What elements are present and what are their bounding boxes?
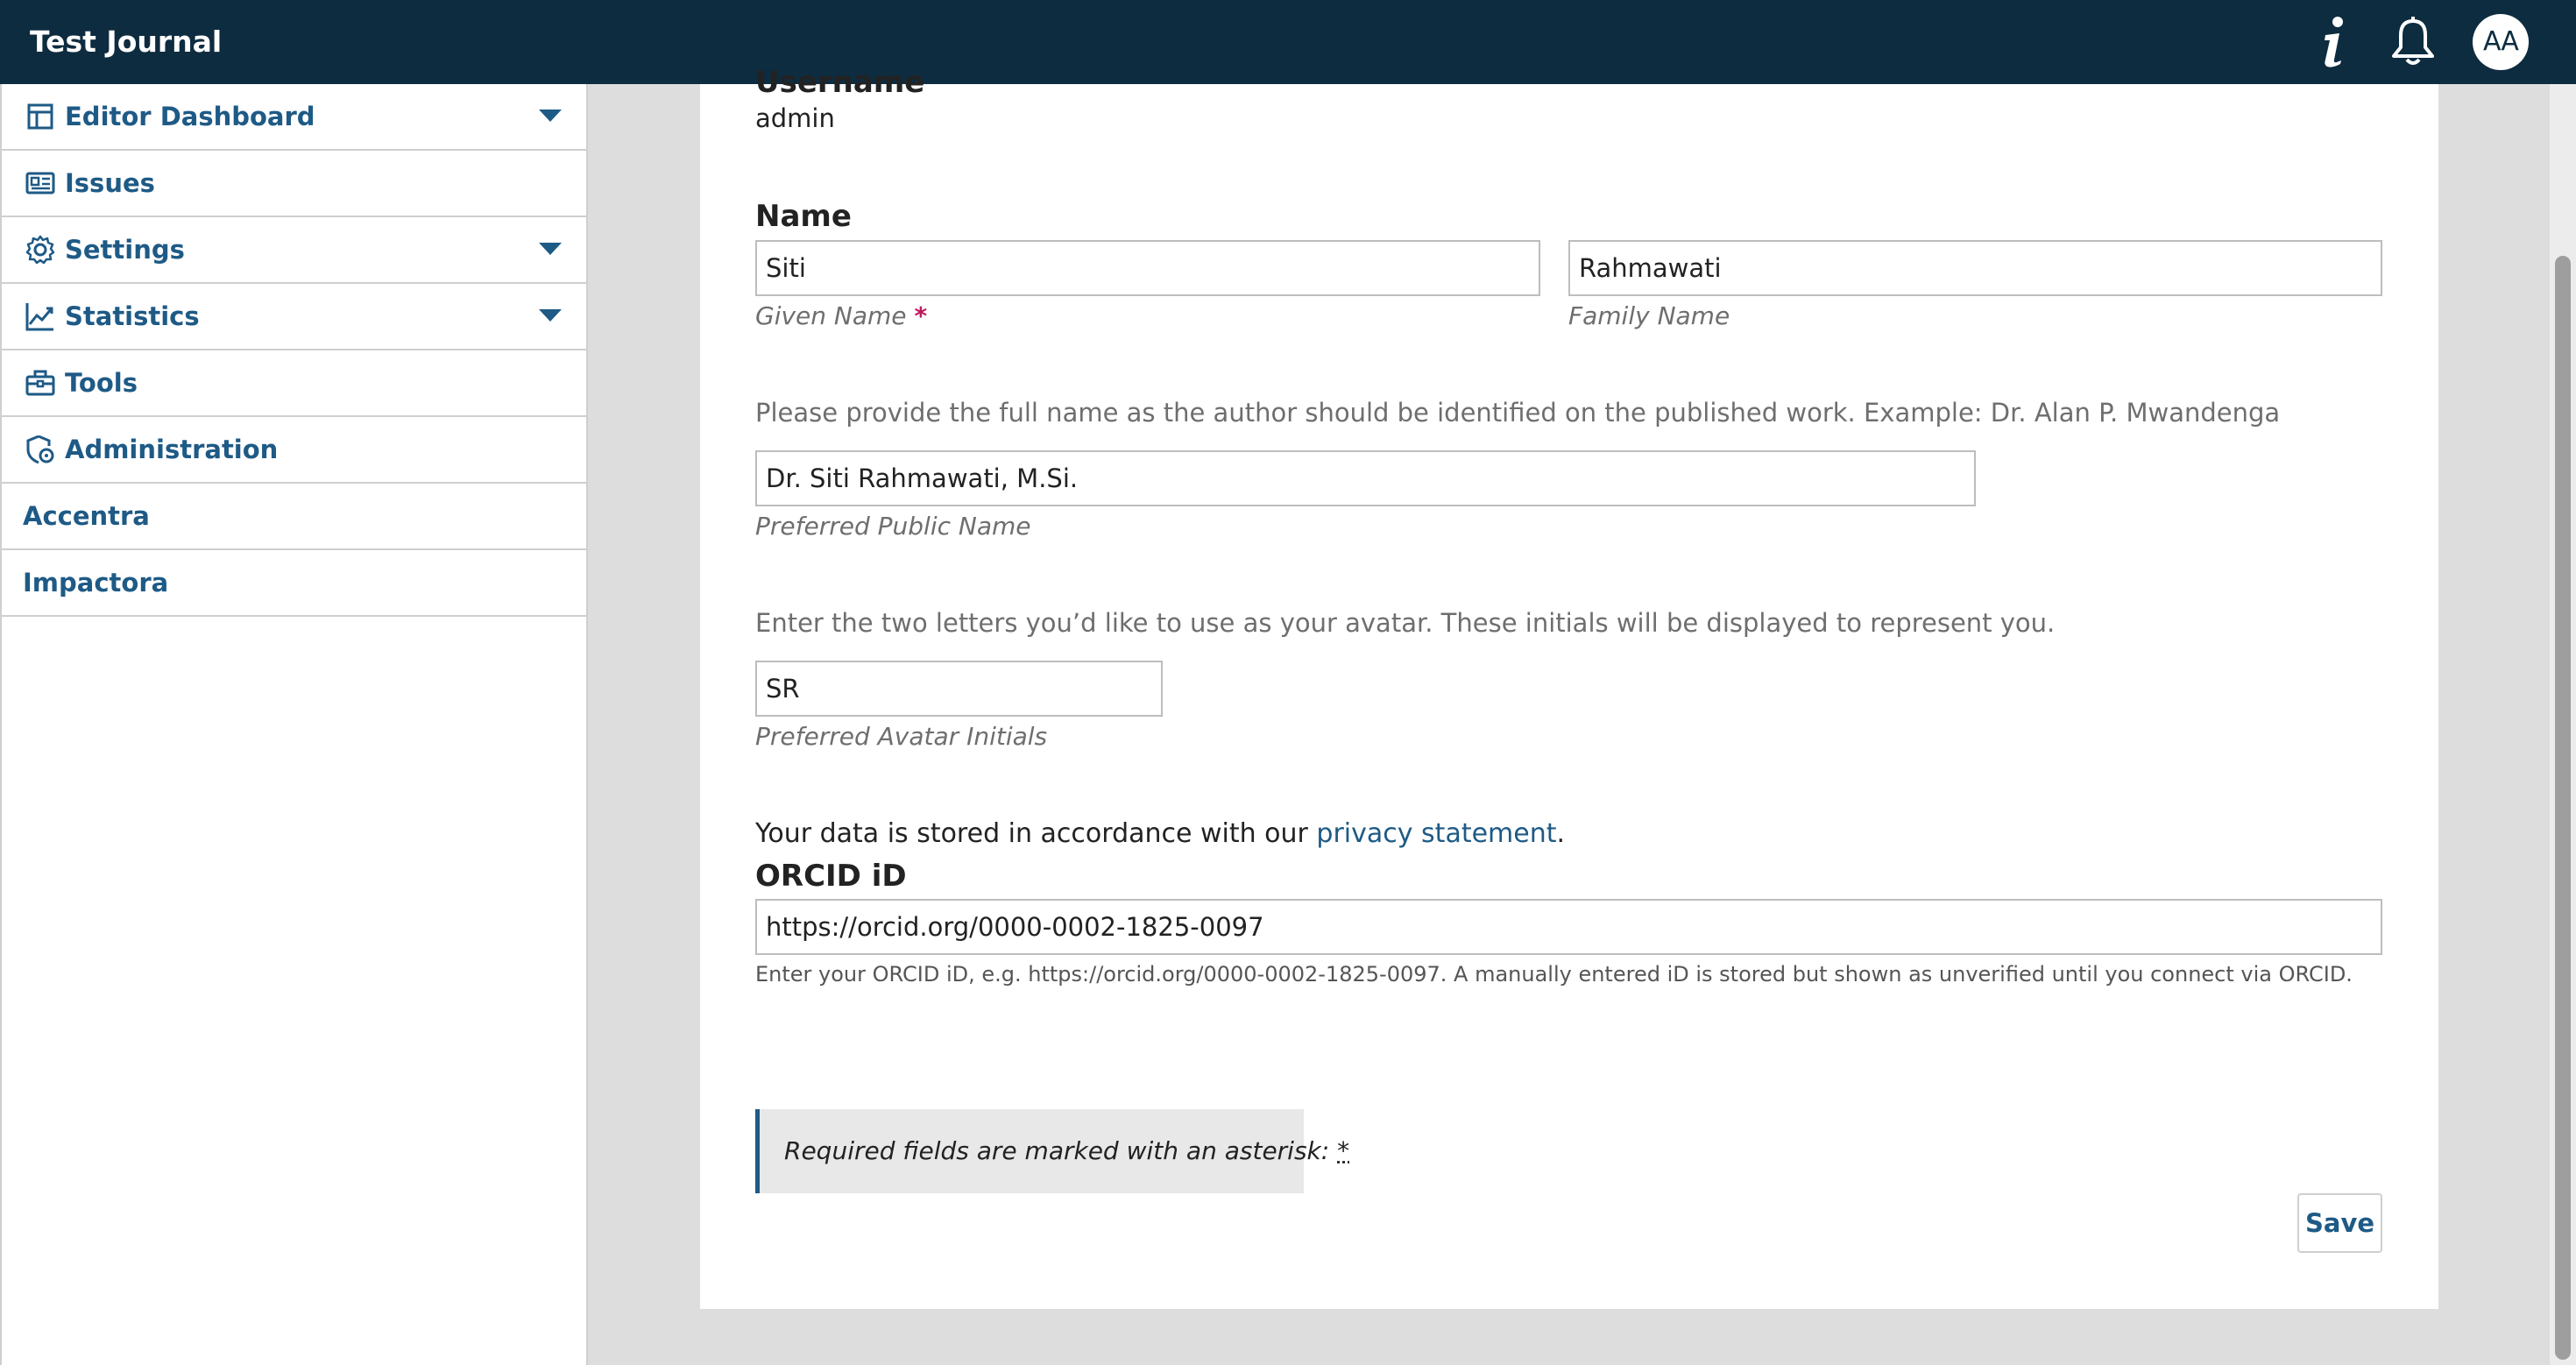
public-name-description: Please provide the full name as the auth… [755,398,2281,428]
required-marker: * [914,301,928,330]
avatar-initials-input[interactable]: SR [755,661,1163,717]
privacy-notice: Your data is stored in accordance with o… [755,818,1565,849]
toolbox-icon [25,370,55,396]
privacy-prefix: Your data is stored in accordance with o… [755,818,1317,849]
public-name-input[interactable]: Dr. Siti Rahmawati, M.Si. [755,450,1976,506]
sidebar-item-label: Statistics [65,301,200,331]
journal-title[interactable]: Test Journal [30,0,222,84]
required-notice-text: Required fields are marked with an aster… [784,1136,1338,1165]
save-button[interactable]: Save [2297,1193,2382,1253]
sidebar-item-label: Editor Dashboard [65,102,315,131]
initials-description: Enter the two letters you’d like to use … [755,608,2056,638]
avatar-initials-label: Preferred Avatar Initials [755,722,1048,751]
name-heading: Name [755,199,852,234]
sidebar-item-label: Tools [65,368,138,398]
public-name-label: Preferred Public Name [755,512,1031,541]
chevron-down-icon[interactable] [539,243,562,255]
user-avatar[interactable]: AA [2473,14,2529,70]
sidebar-item-label: Accentra [23,501,150,531]
shield-icon [26,435,54,464]
given-name-label-text: Given Name [755,301,907,330]
sidebar-item-label: Settings [65,235,185,265]
orcid-help-text: Enter your ORCID iD, e.g. https://orcid.… [755,962,2353,987]
sidebar-item-impactora[interactable]: Impactora [2,550,586,617]
sidebar-item-label: Impactora [23,568,169,598]
username-value: admin [755,103,835,133]
sidebar-item-administration[interactable]: Administration [2,417,586,484]
bell-icon[interactable] [2388,16,2438,68]
sidebar-item-statistics[interactable]: Statistics [2,284,586,350]
chevron-down-icon[interactable] [539,309,562,322]
scrollbar-thumb[interactable] [2555,256,2571,1360]
chart-line-icon [25,303,53,331]
orcid-input[interactable]: https://orcid.org/0000-0002-1825-0097 [755,899,2382,955]
sidebar-item-label: Issues [65,168,155,198]
info-icon[interactable] [2313,14,2353,70]
chevron-down-icon[interactable] [539,110,562,122]
required-notice-marker: * [1337,1136,1350,1165]
sidebar-item-label: Administration [65,435,279,464]
sidebar-item-settings[interactable]: Settings [2,217,586,284]
given-name-input[interactable]: Siti [755,240,1540,296]
required-fields-notice: Required fields are marked with an aster… [755,1109,1349,1193]
orcid-heading: ORCID iD [755,859,907,894]
sidebar: Editor Dashboard Issues Settings Statist… [0,84,588,1365]
privacy-suffix: . [1556,818,1566,849]
sidebar-item-issues[interactable]: Issues [2,151,586,217]
top-bar: Test Journal AA [0,0,2576,84]
username-heading: Username [755,65,925,96]
dashboard-icon [27,103,53,130]
given-name-label: Given Name * [755,301,927,330]
profile-form-panel: Username admin Name Siti Given Name * Ra… [700,65,2438,1309]
sidebar-item-tools[interactable]: Tools [2,350,586,417]
gear-icon [25,235,55,265]
issues-icon [25,172,55,194]
sidebar-item-accentra[interactable]: Accentra [2,484,586,550]
family-name-label: Family Name [1568,301,1730,330]
sidebar-item-editor-dashboard[interactable]: Editor Dashboard [2,84,586,151]
family-name-input[interactable]: Rahmawati [1568,240,2382,296]
page-scrollbar[interactable] [2550,84,2576,1365]
privacy-statement-link[interactable]: privacy statement [1316,818,1556,849]
